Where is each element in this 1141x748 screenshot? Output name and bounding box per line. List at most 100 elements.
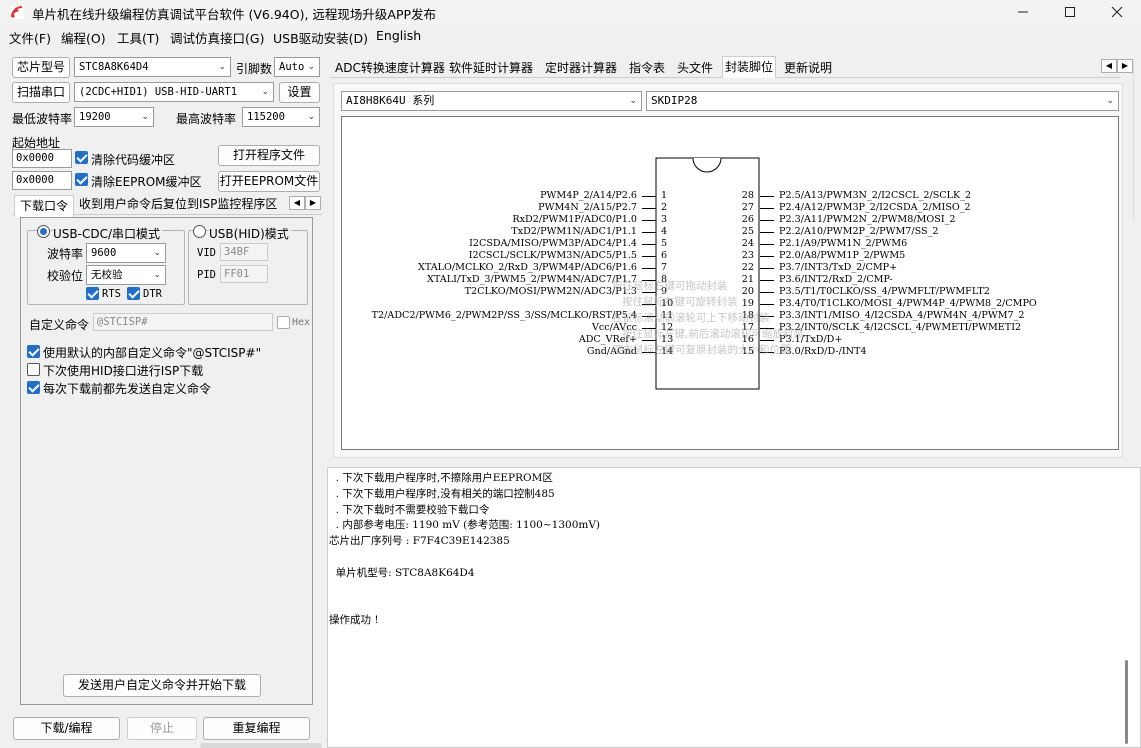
tab-scroll-left-icon[interactable]: ◀ [289,196,305,210]
stop-button[interactable]: 停止 [127,717,197,740]
scan-port-button[interactable]: 扫描串口 [12,82,70,103]
pin-right-label: P3.6/INT2/RxD_2/CMP- [779,274,893,285]
menu-tools[interactable]: 工具(T) [117,28,159,47]
chevron-down-icon: ⌄ [141,112,149,122]
open-eeprom-file-button[interactable]: 打开EEPROM文件 [218,171,320,192]
menu-program[interactable]: 编程(O) [61,28,106,47]
dtr-label: DTR [143,288,162,300]
max-baud-label: 最高波特率 [176,112,237,126]
pin-left-label: I2CSCL/SCLK/PWM3N/ADC5/P1.5 [468,250,637,261]
reprogram-button[interactable]: 重复编程 [203,717,310,740]
package-select[interactable]: SKDIP28 ⌄ [646,91,1119,111]
clear-eeprom-label: 清除EEPROM缓冲区 [91,175,202,189]
log-line: . 下次下载用户程序时,不擦除用户EEPROM区 [329,472,553,484]
chevron-down-icon: ⌄ [629,96,637,106]
right-tab-scroll-left-icon[interactable]: ◀ [1101,59,1117,73]
pin-number: 4 [661,226,668,237]
pin-count-value: Auto [279,61,305,73]
tab-isp-monitor[interactable]: 收到用户命令后复位到ISP监控程序区 [79,196,277,212]
tab-header-file[interactable]: 头文件 [675,58,715,78]
pin-number: 21 [741,274,754,285]
log-line: . 下次下载时不需要校验下载口令 [329,503,490,516]
log-scrollbar-thumb[interactable] [1125,660,1128,744]
pin-lead [642,220,656,221]
chevron-down-icon: ⌄ [1106,96,1114,106]
tab-download-password[interactable]: 下载口令 [14,195,75,217]
min-baud-select[interactable]: 19200 ⌄ [74,107,154,127]
pin-lead [760,244,774,245]
eeprom-address-input[interactable]: 0x0000 [12,171,72,190]
use-default-command-checkbox[interactable] [27,345,40,358]
pid-input[interactable]: FF01 [220,265,268,283]
pin-number: 27 [741,202,754,213]
code-address-input[interactable]: 0x0000 [12,149,72,168]
log-line: . 下次下载用户程序时,没有相关的端口控制485 [329,487,555,500]
tab-scroll-right-icon[interactable]: ▶ [305,196,321,210]
baud-select[interactable]: 9600 ⌄ [86,243,166,263]
pin-left-label: I2CSDA/MISO/PWM3P/ADC4/P1.4 [469,238,637,249]
clear-eeprom-checkbox[interactable] [75,173,88,186]
chip-type-select[interactable]: STC8A8K64D4 ⌄ [74,57,231,77]
window-title: 单片机在线升级编程仿真调试平台软件 (V6.94O), 远程现场升级APP发布 [32,7,437,22]
menu-file[interactable]: 文件(F) [9,28,51,47]
parity-select[interactable]: 无校验 ⌄ [86,265,166,285]
custom-command-input[interactable]: @STCISP# [93,313,273,331]
tab-update-notes[interactable]: 更新说明 [782,58,834,78]
download-program-button[interactable]: 下载/编程 [13,717,120,740]
cdc-mode-radio[interactable] [37,225,50,238]
clear-code-checkbox[interactable] [75,151,88,164]
hid-mode-radio[interactable] [193,225,206,238]
pin-lead [642,208,656,209]
dtr-checkbox[interactable] [127,287,140,300]
pin-lead [760,232,774,233]
pin-lead [760,220,774,221]
log-line: 芯片出厂序列号 : F7F4C39E142385 [329,535,510,548]
rts-checkbox[interactable] [86,287,99,300]
pin-lead [642,196,656,197]
menu-english[interactable]: English [376,28,421,43]
send-command-download-button[interactable]: 发送用户自定义命令并开始下载 [63,674,261,697]
pin-lead [760,256,774,257]
pin-count-label: 引脚数 [236,62,273,76]
port-value: (2CDC+HID1) USB-HID-UART1 [79,86,238,98]
cdc-mode-label: USB-CDC/串口模式 [53,225,163,242]
left-bottom-scrollbar[interactable] [200,743,322,748]
vid-input[interactable]: 34BF [220,243,268,261]
chip-type-button[interactable]: 芯片型号 [12,57,70,78]
pin-count-select[interactable]: Auto ⌄ [274,57,320,77]
pin-right-label: P2.1/A9/PWM1N_2/PWM6 [779,238,908,249]
min-baud-value: 19200 [79,111,111,123]
menu-usb-driver[interactable]: USB驱动安装(D) [273,28,368,47]
open-program-file-button[interactable]: 打开程序文件 [218,145,320,166]
minimize-icon[interactable] [1000,0,1046,24]
tab-delay-calculator[interactable]: 软件延时计算器 [447,58,535,78]
tab-instruction-table[interactable]: 指令表 [627,58,667,78]
tab-adc-calculator[interactable]: ADC转换速度计算器 [333,58,447,78]
hex-checkbox[interactable] [277,316,290,329]
pin-lead [642,256,656,257]
pin-lead [760,292,774,293]
gesture-hint-text: 双击鼠标左键可复原封装的大小和位置 [612,344,791,356]
log-line: . 内部参考电压: 1190 mV (参考范围: 1100~1300mV) [329,519,601,532]
tab-timer-calculator[interactable]: 定时器计算器 [543,58,619,78]
pin-right-label: P2.5/A13/PWM3N_2/I2CSCL_2/SCLK_2 [779,190,972,201]
pin-left-label: XTALO/MCLKO_2/RxD_3/PWM4P/ADC6/P1.6 [418,262,637,273]
pin-right-label: P3.0/RxD/D-/INT4 [779,346,867,357]
app-logo-icon [10,5,24,19]
maximize-icon[interactable] [1047,0,1093,24]
pin-number: 2 [661,202,668,213]
settings-button[interactable]: 设置 [279,82,320,103]
tab-package-pins[interactable]: 封装脚位 [722,56,777,78]
vid-label: VID [197,247,216,259]
use-hid-next-checkbox[interactable] [27,363,40,376]
series-select[interactable]: AI8H8K64U 系列 ⌄ [341,91,642,111]
port-select[interactable]: (2CDC+HID1) USB-HID-UART1 ⌄ [74,82,274,102]
right-tab-scroll-right-icon[interactable]: ▶ [1117,59,1133,73]
menu-debug[interactable]: 调试仿真接口(G) [170,28,264,47]
pin-number: 24 [741,238,754,249]
close-icon[interactable] [1094,0,1140,24]
pin-number: 26 [741,214,754,225]
pin-right-label: P2.3/A11/PWM2N_2/PWM8/MOSI_2 [779,214,956,225]
max-baud-select[interactable]: 115200 ⌄ [242,107,320,127]
send-command-first-checkbox[interactable] [27,381,40,394]
